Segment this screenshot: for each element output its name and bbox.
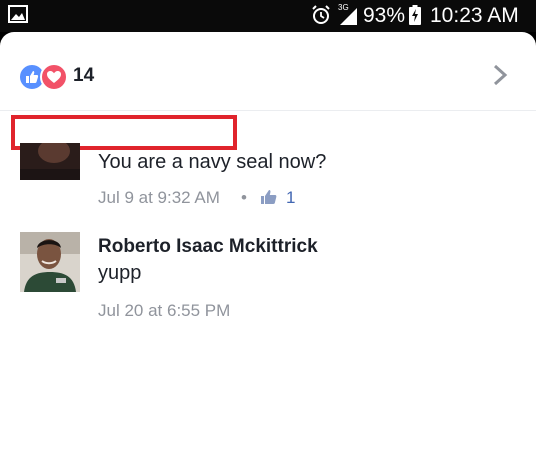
comment-author[interactable]: Roberto Isaac Mckittrick bbox=[98, 235, 318, 259]
comment-text: yupp bbox=[98, 262, 142, 284]
separator-dot: • bbox=[241, 188, 247, 207]
status-bar: 3G 93% 10:23 AM bbox=[0, 0, 536, 32]
reactions-summary[interactable]: 14 bbox=[0, 32, 536, 111]
like-icon bbox=[261, 190, 277, 204]
alarm-icon bbox=[312, 5, 330, 24]
comment-text: You are a navy seal now? bbox=[98, 151, 327, 173]
clock: 10:23 AM bbox=[430, 4, 519, 27]
battery-percent: 93% bbox=[363, 4, 406, 27]
gallery-icon bbox=[8, 5, 28, 23]
comment-timestamp[interactable]: Jul 20 at 6:55 PM bbox=[98, 300, 230, 322]
comment-like-count[interactable]: 1 bbox=[286, 187, 295, 209]
network-type: 3G bbox=[338, 3, 349, 12]
comment-timestamp[interactable]: Jul 9 at 9:32 AM bbox=[98, 187, 220, 209]
reaction-count: 14 bbox=[73, 65, 95, 86]
avatar[interactable] bbox=[20, 143, 80, 180]
comments-sheet: 14 You are a navy seal now? Jul 9 at 9:3… bbox=[0, 32, 536, 475]
chevron-right-icon[interactable] bbox=[490, 63, 510, 87]
avatar[interactable] bbox=[20, 232, 80, 292]
battery-charging-icon bbox=[409, 5, 421, 25]
love-icon bbox=[40, 63, 68, 91]
